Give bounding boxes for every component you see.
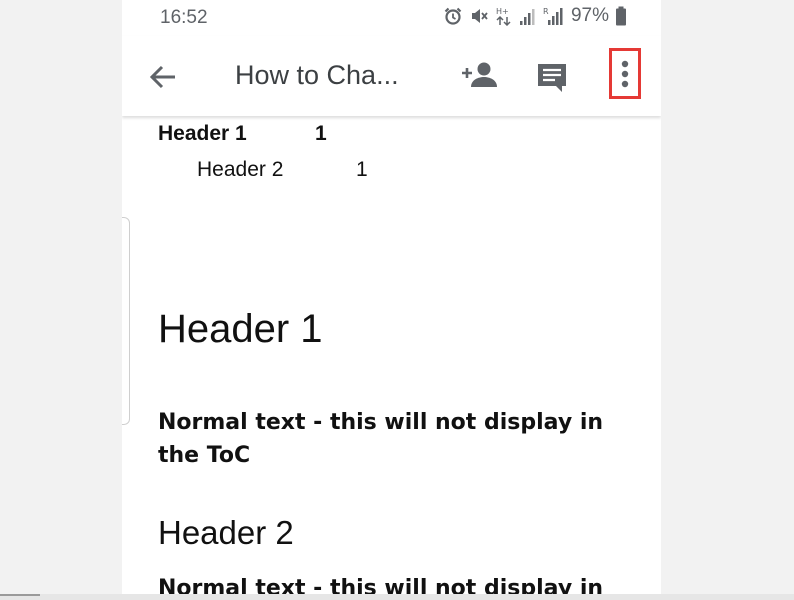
- battery-percent: 97%: [570, 5, 609, 26]
- battery-icon: [615, 6, 627, 26]
- status-icons: H+ R 97%: [443, 5, 627, 27]
- more-vert-icon: [621, 60, 629, 87]
- toc-entry-header-2[interactable]: Header 2 1: [197, 158, 368, 182]
- share-button[interactable]: [460, 59, 500, 93]
- comment-icon: [538, 64, 566, 92]
- back-button[interactable]: [147, 61, 179, 93]
- normal-text-paragraph: Normal text - this will not display in t…: [158, 410, 604, 468]
- toc-entry-label: Header 1: [158, 122, 247, 145]
- left-backdrop: [0, 0, 122, 600]
- mute-icon: [469, 6, 489, 26]
- data-arrows-icon: H+: [495, 6, 513, 26]
- svg-text:H+: H+: [496, 7, 509, 16]
- status-bar: 16:52 H+ R 97%: [122, 0, 661, 36]
- normal-text-paragraph-partial: Normal text - this will not display in: [158, 576, 604, 594]
- toc-entry-label: Header 2: [197, 158, 284, 181]
- heading-2: Header 2: [158, 514, 294, 551]
- doc-toolbar: How to Cha...: [122, 36, 661, 116]
- toc-entry-header-1[interactable]: Header 1 1: [158, 122, 327, 146]
- scroll-handle[interactable]: [122, 217, 130, 425]
- add-person-icon: [462, 62, 497, 87]
- signal-icon: [519, 6, 537, 26]
- comment-button[interactable]: [535, 60, 569, 94]
- arrow-back-icon: [149, 65, 175, 89]
- toc-entry-page: 1: [356, 158, 368, 181]
- bottom-strip: [0, 594, 794, 600]
- status-time: 16:52: [160, 7, 208, 28]
- bottom-strip-mark: [0, 594, 40, 596]
- document-body[interactable]: Header 1 1 Header 2 1 Header 1 Normal te…: [122, 116, 661, 594]
- document-title[interactable]: How to Cha...: [235, 60, 399, 91]
- phone-screen: 16:52 H+ R 97% How to Cha... Header 1 1 …: [122, 0, 661, 594]
- toc-entry-page: 1: [315, 122, 327, 145]
- roaming-signal-icon: R: [543, 6, 563, 26]
- right-backdrop: [661, 0, 794, 600]
- alarm-icon: [443, 6, 463, 26]
- more-options-button[interactable]: [609, 48, 641, 99]
- heading-1: Header 1: [158, 307, 323, 351]
- svg-text:R: R: [543, 7, 549, 16]
